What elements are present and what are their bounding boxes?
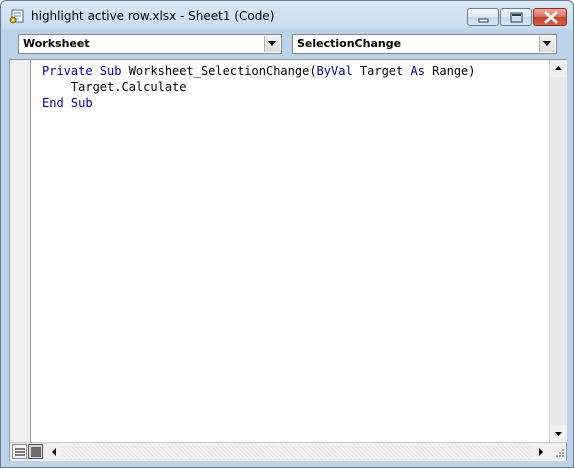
code-keyword: Private Sub [42,64,129,78]
size-grip[interactable] [549,443,566,461]
object-dropdown[interactable]: Worksheet [18,34,282,54]
title-bar[interactable]: highlight active row.xlsx - Sheet1 (Code… [1,1,573,31]
code-token: Worksheet_SelectionChange( [128,64,317,78]
code-keyword: ByVal [316,64,353,78]
scroll-up-button[interactable] [550,60,567,77]
procedure-view-button[interactable] [12,444,27,459]
code-token: Target.Calculate [70,80,187,94]
full-module-view-button[interactable] [28,444,43,459]
code-token: Target [352,64,411,78]
maximize-button[interactable] [500,8,532,26]
resize-grip-icon [556,449,564,457]
window-title: highlight active row.xlsx - Sheet1 (Code… [31,9,275,23]
procedure-dropdown[interactable]: SelectionChange [292,34,557,54]
chevron-down-icon [543,41,551,46]
arrow-right-icon [539,448,543,456]
chevron-down-icon [268,41,276,46]
object-dropdown-value: Worksheet [23,37,90,50]
maximize-icon [510,12,523,23]
margin-indicator-bar[interactable] [10,60,31,442]
vba-module-icon [9,8,25,24]
vertical-scrollbar[interactable] [549,60,567,442]
horizontal-scrollbar[interactable] [46,444,549,460]
full-module-view-icon [31,447,41,457]
procedure-view-icon [15,448,25,456]
code-line[interactable]: Private Sub Worksheet_SelectionChange(By… [42,63,476,79]
code-window: highlight active row.xlsx - Sheet1 (Code… [0,0,574,468]
code-editor[interactable]: Private Sub Worksheet_SelectionChange(By… [31,60,549,442]
code-keyword: As [410,64,425,78]
bottom-bar [10,442,566,461]
procedure-selectors: Worksheet SelectionChange [1,32,573,56]
code-pane: Private Sub Worksheet_SelectionChange(By… [9,59,567,461]
object-dropdown-arrow[interactable] [264,36,280,52]
code-line[interactable]: Target.Calculate [42,79,187,95]
close-button[interactable] [533,8,567,26]
scroll-right-button[interactable] [532,444,549,460]
scroll-down-button[interactable] [550,425,567,442]
code-token: Range) [424,64,476,78]
procedure-dropdown-arrow[interactable] [539,36,555,52]
scroll-left-button[interactable] [46,444,63,460]
arrow-up-icon [555,66,562,70]
arrow-down-icon [555,432,562,436]
minimize-button[interactable] [467,8,499,26]
code-keyword: End Sub [42,96,93,110]
close-icon [544,11,558,24]
arrow-left-icon [52,448,56,456]
code-line[interactable]: End Sub [42,95,93,111]
procedure-dropdown-value: SelectionChange [297,37,402,50]
minimize-icon [478,18,489,23]
